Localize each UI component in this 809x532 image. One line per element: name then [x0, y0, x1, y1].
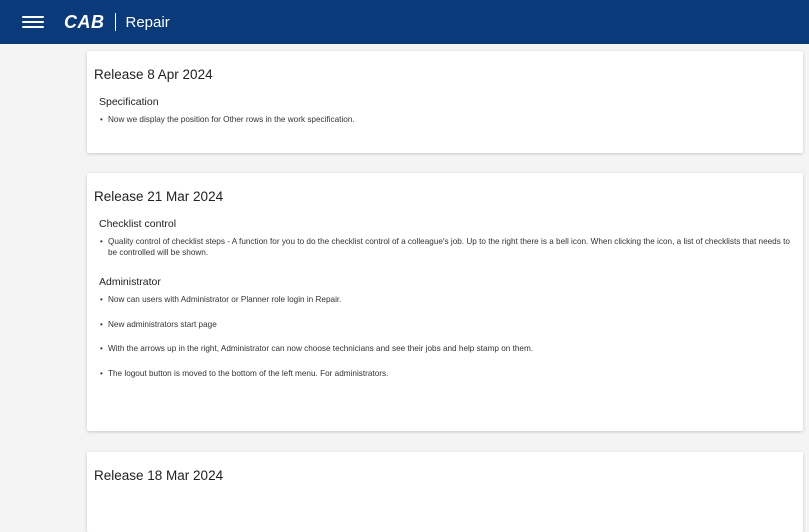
list-item: Quality control of checklist steps - A f…: [99, 237, 795, 258]
release-section: Specification Now we display the positio…: [94, 96, 795, 126]
release-card: Release 18 Mar 2024: [87, 452, 803, 532]
section-title: Checklist control: [99, 218, 177, 230]
section-title: Specification: [99, 96, 159, 108]
header-divider: [114, 13, 116, 31]
release-title: Release 21 Mar 2024: [94, 189, 224, 204]
release-title: Release 18 Mar 2024: [94, 468, 224, 483]
list-item: Now we display the position for Other ro…: [99, 115, 795, 126]
cab-logo[interactable]: CAB: [64, 12, 105, 33]
app-name: Repair: [125, 13, 170, 31]
list-item: Now can users with Administrator or Plan…: [99, 295, 795, 306]
list-item: The logout button is moved to the bottom…: [99, 369, 795, 380]
list-item: With the arrows up in the right, Adminis…: [99, 344, 795, 355]
list-item: New administrators start page: [99, 320, 795, 331]
release-section: Checklist control Quality control of che…: [94, 218, 795, 258]
section-title: Administrator: [99, 276, 161, 288]
hamburger-menu-icon[interactable]: [22, 13, 44, 31]
release-card: Release 21 Mar 2024 Checklist control Qu…: [87, 173, 803, 431]
top-app-bar: CAB Repair: [0, 0, 809, 44]
release-section: Administrator Now can users with Adminis…: [94, 276, 795, 379]
release-card: Release 8 Apr 2024 Specification Now we …: [87, 51, 803, 153]
release-title: Release 8 Apr 2024: [94, 67, 213, 82]
